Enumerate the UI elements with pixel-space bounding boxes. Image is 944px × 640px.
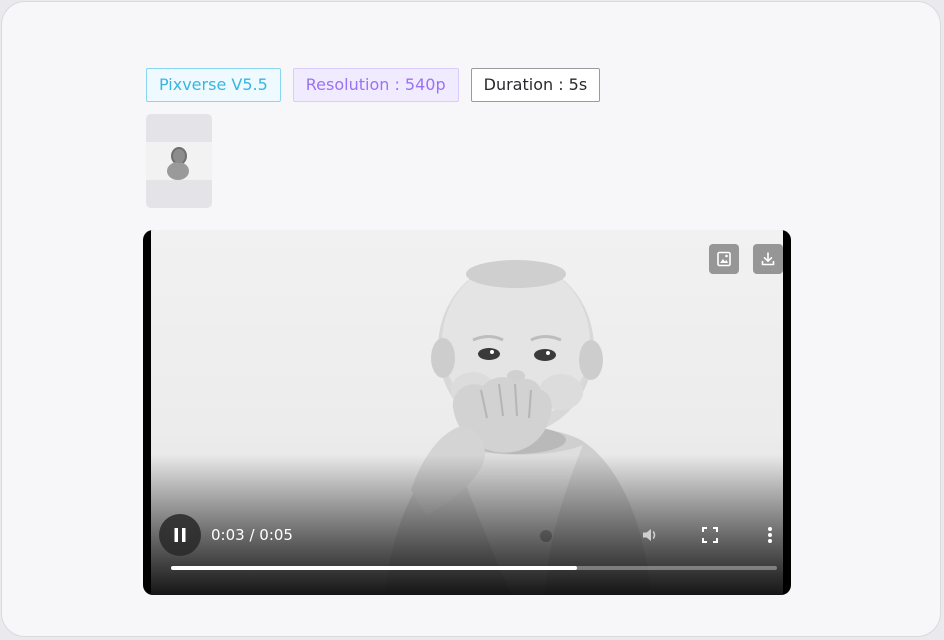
fullscreen-icon (702, 527, 718, 543)
time-readout: 0:03 / 0:05 (211, 526, 293, 544)
progress-bar[interactable] (171, 566, 777, 570)
download-button[interactable] (753, 244, 783, 274)
volume-icon (643, 529, 656, 541)
download-icon (761, 252, 775, 266)
duration-tag: Duration : 5s (470, 68, 601, 102)
resolution-tag: Resolution : 540p (292, 68, 459, 102)
reference-image-thumbnail[interactable] (146, 114, 212, 208)
thumbnail-image (146, 142, 212, 180)
volume-button[interactable] (639, 524, 661, 546)
generation-card: Pixverse V5.5 Resolution : 540p Duration… (1, 1, 941, 637)
pause-icon (174, 528, 186, 542)
video-player[interactable]: 0:03 / 0:05 (143, 230, 791, 595)
image-frame-icon (717, 251, 731, 267)
more-options-button[interactable] (759, 524, 781, 546)
fullscreen-button[interactable] (699, 524, 721, 546)
video-frame: 0:03 / 0:05 (151, 230, 783, 595)
more-vertical-icon (768, 527, 772, 543)
pause-button[interactable] (159, 514, 201, 556)
progress-fill (171, 566, 578, 570)
tag-row: Pixverse V5.5 Resolution : 540p Duration… (146, 68, 601, 102)
frame-capture-button[interactable] (709, 244, 739, 274)
model-tag: Pixverse V5.5 (146, 68, 281, 102)
controls-gradient (151, 455, 783, 595)
